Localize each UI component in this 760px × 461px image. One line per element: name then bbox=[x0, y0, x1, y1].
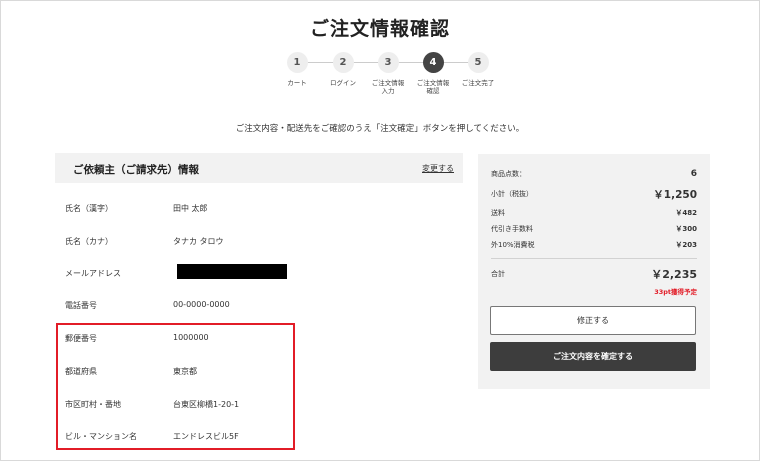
requester-info-panel: ご依頼主（ご請求先）情報 変更する bbox=[55, 153, 463, 183]
summary-value: ￥203 bbox=[675, 241, 697, 249]
summary-value: ￥300 bbox=[675, 225, 697, 233]
info-row-email: メールアドレス bbox=[65, 264, 455, 282]
step-label: ご注文情報 入力 bbox=[371, 79, 405, 95]
summary-label: 合計 bbox=[491, 270, 505, 278]
info-label: 電話番号 bbox=[65, 301, 97, 310]
summary-shipping: 送料 ￥482 bbox=[491, 208, 697, 218]
summary-label: 外10%消費税 bbox=[491, 241, 535, 249]
info-label: メールアドレス bbox=[65, 269, 121, 278]
info-row-phone: 電話番号 00-0000-0000 bbox=[65, 300, 455, 314]
summary-value: 6 bbox=[690, 169, 697, 179]
confirm-order-button[interactable]: ご注文内容を確定する bbox=[490, 342, 696, 371]
info-label: 氏名（カナ） bbox=[65, 237, 113, 246]
info-row-name-kanji: 氏名（漢字） 田中 太郎 bbox=[65, 203, 455, 217]
summary-item-count: 商品点数： 6 bbox=[491, 169, 697, 179]
order-summary-panel: 商品点数： 6 小計（税抜） ￥1,250 送料 ￥482 代引き手数料 ￥30… bbox=[478, 154, 710, 389]
section-header: ご依頼主（ご請求先）情報 変更する bbox=[55, 153, 463, 183]
summary-label: 代引き手数料 bbox=[491, 225, 533, 233]
summary-total-value: ￥2,235 bbox=[651, 268, 697, 281]
step-cart: 1 カート bbox=[274, 52, 320, 87]
step-order-confirm: 4 ご注文情報 確認 bbox=[410, 52, 456, 95]
checkout-steps: 1 カート 2 ログイン 3 ご注文情報 入力 4 ご注文情報 確認 5 ご注文… bbox=[270, 52, 506, 102]
summary-tax: 外10%消費税 ￥203 bbox=[491, 240, 697, 250]
info-value: 00-0000-0000 bbox=[173, 300, 230, 309]
summary-label: 送料 bbox=[491, 209, 505, 217]
summary-subtotal: 小計（税抜） ￥1,250 bbox=[491, 189, 697, 201]
change-link[interactable]: 変更する bbox=[422, 163, 454, 174]
step-label: ご注文情報 確認 bbox=[416, 79, 450, 95]
points-earned: 33pt獲得予定 bbox=[654, 288, 697, 296]
highlight-box bbox=[56, 323, 295, 450]
summary-value: ￥1,250 bbox=[653, 189, 697, 201]
step-label: ご注文完了 bbox=[461, 79, 495, 87]
instruction-text: ご注文内容・配送先をご確認のうえ「注文確定」ボタンを押してください。 bbox=[235, 124, 525, 134]
summary-value: ￥482 bbox=[675, 209, 697, 217]
summary-label: 小計（税抜） bbox=[491, 190, 533, 198]
summary-label: 商品点数： bbox=[491, 170, 526, 178]
step-label: ログイン bbox=[330, 79, 356, 87]
step-order-input: 3 ご注文情報 入力 bbox=[365, 52, 411, 95]
summary-cod-fee: 代引き手数料 ￥300 bbox=[491, 224, 697, 234]
summary-total: 合計 ￥2,235 bbox=[491, 268, 697, 281]
step-number: 2 bbox=[332, 52, 354, 73]
info-value: タナカ タロウ bbox=[173, 237, 224, 246]
step-login: 2 ログイン bbox=[320, 52, 366, 87]
summary-divider bbox=[491, 258, 697, 259]
step-complete: 5 ご注文完了 bbox=[455, 52, 501, 87]
step-number: 1 bbox=[286, 52, 308, 73]
step-label: カート bbox=[287, 79, 307, 87]
step-number: 3 bbox=[377, 52, 399, 73]
info-row-name-kana: 氏名（カナ） タナカ タロウ bbox=[65, 236, 455, 250]
modify-button[interactable]: 修正する bbox=[490, 306, 696, 335]
step-number: 5 bbox=[467, 52, 489, 73]
page-title: ご注文情報確認 bbox=[309, 18, 450, 40]
section-title: ご依頼主（ご請求先）情報 bbox=[73, 164, 199, 176]
redacted-email bbox=[177, 264, 287, 279]
info-value: 田中 太郎 bbox=[173, 204, 208, 213]
info-label: 氏名（漢字） bbox=[65, 204, 113, 213]
step-number: 4 bbox=[422, 52, 444, 73]
